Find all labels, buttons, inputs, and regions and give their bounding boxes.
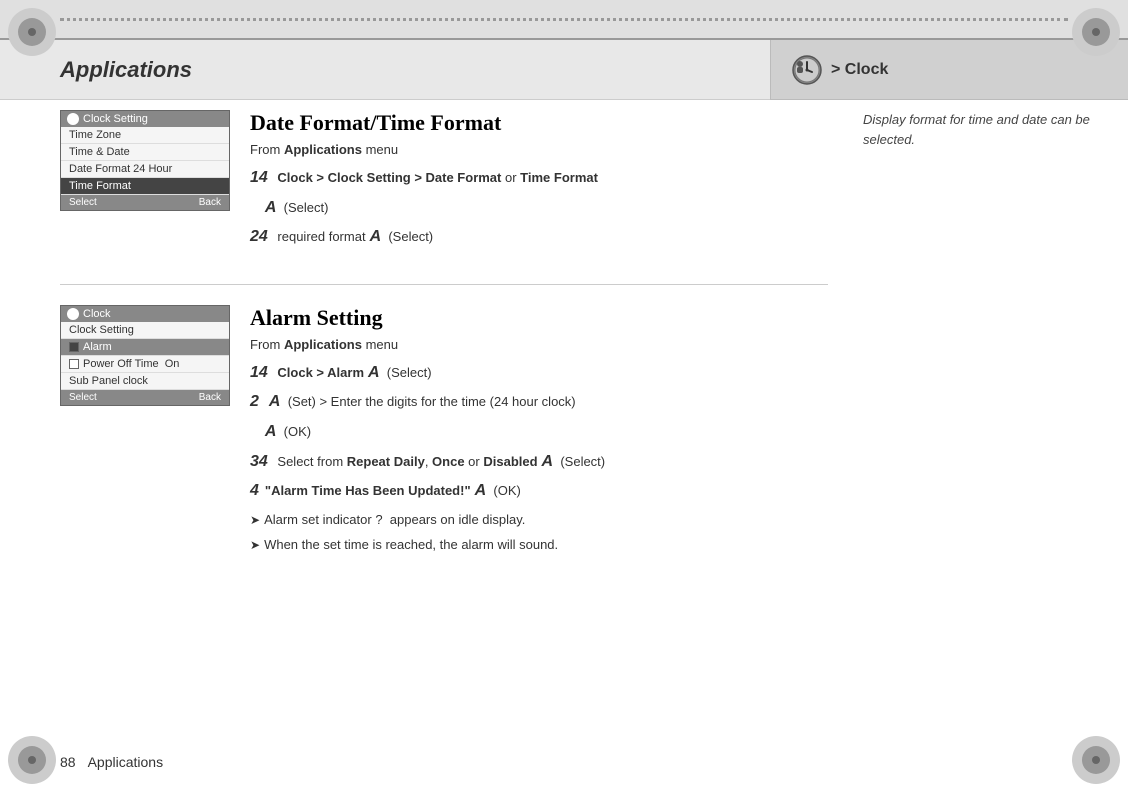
phone-footer-2-select: Select [69,392,97,403]
arrow-2: ➤ [250,538,260,552]
corner-bl-inner [18,746,46,774]
section2-step4: 4"Alarm Time Has Been Updated!"A (OK) [250,478,828,504]
section2-from: From Applications menu [250,337,828,352]
header-left: Applications [0,40,770,100]
phone-screen-2: Clock Clock Setting Alarm Power Off Time… [60,305,230,406]
phone-screenshot-2: Clock Clock Setting Alarm Power Off Time… [60,305,230,406]
section2-text: Alarm Setting From Applications menu 14 … [250,305,828,560]
phone-row-alarm: Alarm [61,339,229,356]
phone-footer-1-back: Back [199,197,221,208]
section1-title: Date Format/Time Format [250,110,828,136]
sidebar-note: Display format for time and date can be … [863,112,1090,147]
corner-br-dot [1092,756,1100,764]
step1-num: 14 [250,169,268,186]
phone-screen-1-title: Clock Setting [83,113,148,125]
phone-screen-2-title: Clock [83,308,111,320]
footer-label: Applications [88,754,164,770]
corner-tl-dot [28,28,36,36]
alarm-checkbox [69,342,79,352]
section1-step1: 14 Clock > Clock Setting > Date Format o… [250,165,828,191]
phone-row-timedate: Time & Date [61,144,229,161]
section2-step2: 2A (Set) > Enter the digits for the time… [250,389,828,415]
corner-tr-dot [1092,28,1100,36]
header-right-label: > Clock [831,61,888,79]
section2-step2ok: A (OK) [250,419,828,445]
phone-screen-1: Clock Setting Time Zone Time & Date Date… [60,110,230,211]
alarm-step2-num: 2 [250,393,259,410]
alarm-step1-num: 14 [250,364,268,381]
corner-tl [8,8,56,56]
alarm-step2-a: A [269,393,281,410]
corner-tr [1072,8,1120,56]
step2-a: A [370,228,382,245]
corner-bl-dot [28,756,36,764]
header-right: > Clock [770,40,1128,100]
phone-row-timezone: Time Zone [61,127,229,144]
section2-step3: 34 Select from Repeat Daily, Once or Dis… [250,449,828,475]
section1-text: Date Format/Time Format From Application… [250,110,828,254]
poweroff-checkbox [69,359,79,369]
step1a-a: A [265,199,277,216]
page-number: 88 [60,754,76,770]
step2-num: 24 [250,228,268,245]
phone-screenshot-1: Clock Setting Time Zone Time & Date Date… [60,110,230,211]
arrow-1: ➤ [250,513,260,527]
section-alarm: Clock Clock Setting Alarm Power Off Time… [60,305,828,560]
dotted-line [60,18,1068,21]
phone-row-dateformat: Date Format 24 Hour [61,161,229,178]
phone-footer-1-select: Select [69,197,97,208]
corner-br-inner [1082,746,1110,774]
corner-tr-inner [1082,18,1110,46]
section2-step1: 14 Clock > AlarmA (Select) [250,360,828,386]
corner-tl-inner [18,18,46,46]
phone-footer-2-back: Back [199,392,221,403]
alarm-label: Alarm [83,341,112,353]
phone-clock-icon-2 [67,308,79,320]
alarm-bullet2: ➤When the set time is reached, the alarm… [250,535,828,556]
alarm-row-inner: Alarm [69,341,221,353]
corner-br [1072,736,1120,784]
section1-step2: 24 required formatA (Select) [250,224,828,250]
phone-screen-1-footer: Select Back [61,195,229,210]
top-banner [0,0,1128,40]
alarm-step4-a: A [475,482,487,499]
phone-row-clocksetting: Clock Setting [61,322,229,339]
alarm-step4-num: 4 [250,482,259,499]
phone-row-timeformat: Time Format [61,178,229,195]
page-footer: 88 Applications [0,732,1128,792]
section2-title: Alarm Setting [250,305,828,331]
phone-clock-icon [67,113,79,125]
clock-icon [791,54,823,86]
section1-step1a: A (Select) [250,195,828,221]
content-area: Clock Setting Time Zone Time & Date Date… [60,100,1128,732]
phone-row-poweroff: Power Off Time On [61,356,229,373]
phone-screen-1-header: Clock Setting [61,111,229,127]
section-divider [60,284,828,285]
alarm-step1-a: A [368,364,380,381]
right-sidebar: Display format for time and date can be … [848,100,1128,732]
page-title: Applications [60,57,192,83]
phone-row-subpanel: Sub Panel clock [61,373,229,390]
phone-screen-2-footer: Select Back [61,390,229,405]
section1-from: From Applications menu [250,142,828,157]
alarm-bullet1: ➤Alarm set indicator ? appears on idle d… [250,510,828,531]
poweroff-row-inner: Power Off Time On [69,358,221,370]
section-date-format: Clock Setting Time Zone Time & Date Date… [60,110,828,254]
main-content: Clock Setting Time Zone Time & Date Date… [60,100,848,732]
phone-screen-2-header: Clock [61,306,229,322]
alarm-step3-num: 34 [250,453,268,470]
alarm-step3-a: A [542,453,554,470]
corner-bl [8,736,56,784]
alarm-step2ok-a: A [265,423,277,440]
poweroff-label: Power Off Time On [83,358,179,370]
